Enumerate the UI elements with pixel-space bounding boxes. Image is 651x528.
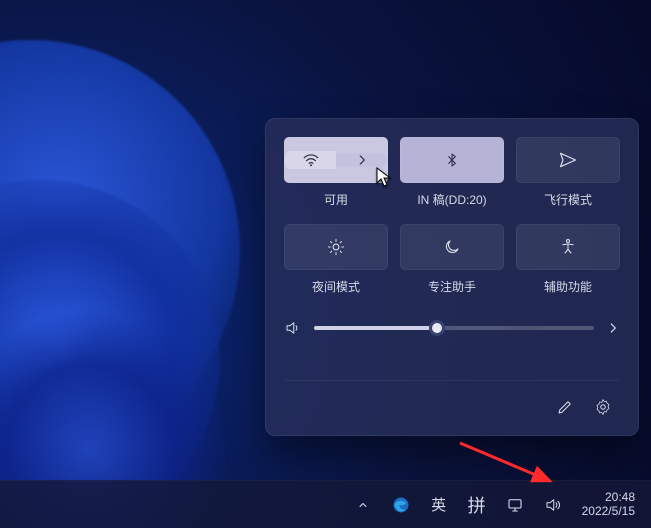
wifi-label: 可用 bbox=[324, 191, 348, 208]
bluetooth-icon bbox=[444, 150, 460, 170]
gear-icon bbox=[594, 398, 612, 416]
ime-language-text: 英 bbox=[431, 494, 446, 515]
chevron-right-icon bbox=[606, 321, 620, 335]
volume-slider[interactable] bbox=[314, 326, 594, 330]
volume-icon bbox=[544, 496, 562, 514]
accessibility-label: 辅助功能 bbox=[544, 278, 592, 295]
ime-mode[interactable]: 拼 bbox=[462, 485, 492, 525]
wifi-expand[interactable] bbox=[336, 153, 387, 167]
clock-date: 2022/5/15 bbox=[582, 505, 635, 518]
nightlight-tile[interactable] bbox=[284, 224, 388, 270]
volume-slider-fill bbox=[314, 326, 437, 330]
pencil-icon bbox=[556, 398, 574, 416]
quick-settings-panel: 可用 IN 稿(DD:20) 飞行模式 夜间模式 bbox=[265, 118, 639, 436]
chevron-up-icon bbox=[357, 499, 369, 511]
browser-icon bbox=[391, 495, 411, 515]
settings-button[interactable] bbox=[586, 391, 620, 423]
airplane-tile[interactable] bbox=[516, 137, 620, 183]
volume-expand[interactable] bbox=[606, 321, 620, 335]
moon-icon bbox=[443, 238, 461, 256]
volume-tray[interactable] bbox=[538, 485, 568, 525]
clock-time: 20:48 bbox=[605, 491, 635, 504]
volume-slider-thumb[interactable] bbox=[429, 320, 445, 336]
clock-tray[interactable]: 20:48 2022/5/15 bbox=[576, 485, 641, 525]
airplane-label: 飞行模式 bbox=[544, 191, 592, 208]
network-icon bbox=[506, 496, 524, 514]
ime-language[interactable]: 英 bbox=[424, 485, 454, 525]
volume-icon[interactable] bbox=[284, 319, 302, 337]
focus-label: 专注助手 bbox=[428, 278, 476, 295]
bluetooth-label: IN 稿(DD:20) bbox=[417, 191, 486, 208]
focus-tile[interactable] bbox=[400, 224, 504, 270]
wifi-icon bbox=[302, 151, 320, 169]
cursor-pointer bbox=[376, 167, 394, 189]
taskbar: 英 拼 20:48 2022/5/15 bbox=[0, 480, 651, 528]
wifi-toggle[interactable] bbox=[285, 151, 336, 169]
bluetooth-tile[interactable] bbox=[400, 137, 504, 183]
edge-icon[interactable] bbox=[386, 485, 416, 525]
volume-row bbox=[284, 319, 620, 337]
panel-bottom-actions bbox=[284, 380, 620, 423]
accessibility-icon bbox=[559, 237, 577, 257]
wifi-tile[interactable] bbox=[284, 137, 388, 183]
network-tray[interactable] bbox=[500, 485, 530, 525]
edit-button[interactable] bbox=[548, 391, 582, 423]
nightlight-icon bbox=[326, 237, 346, 257]
chevron-right-icon bbox=[355, 153, 369, 167]
airplane-icon bbox=[558, 150, 578, 170]
tray-overflow[interactable] bbox=[348, 485, 378, 525]
accessibility-tile[interactable] bbox=[516, 224, 620, 270]
nightlight-label: 夜间模式 bbox=[312, 278, 360, 295]
ime-mode-text: 拼 bbox=[468, 492, 486, 518]
